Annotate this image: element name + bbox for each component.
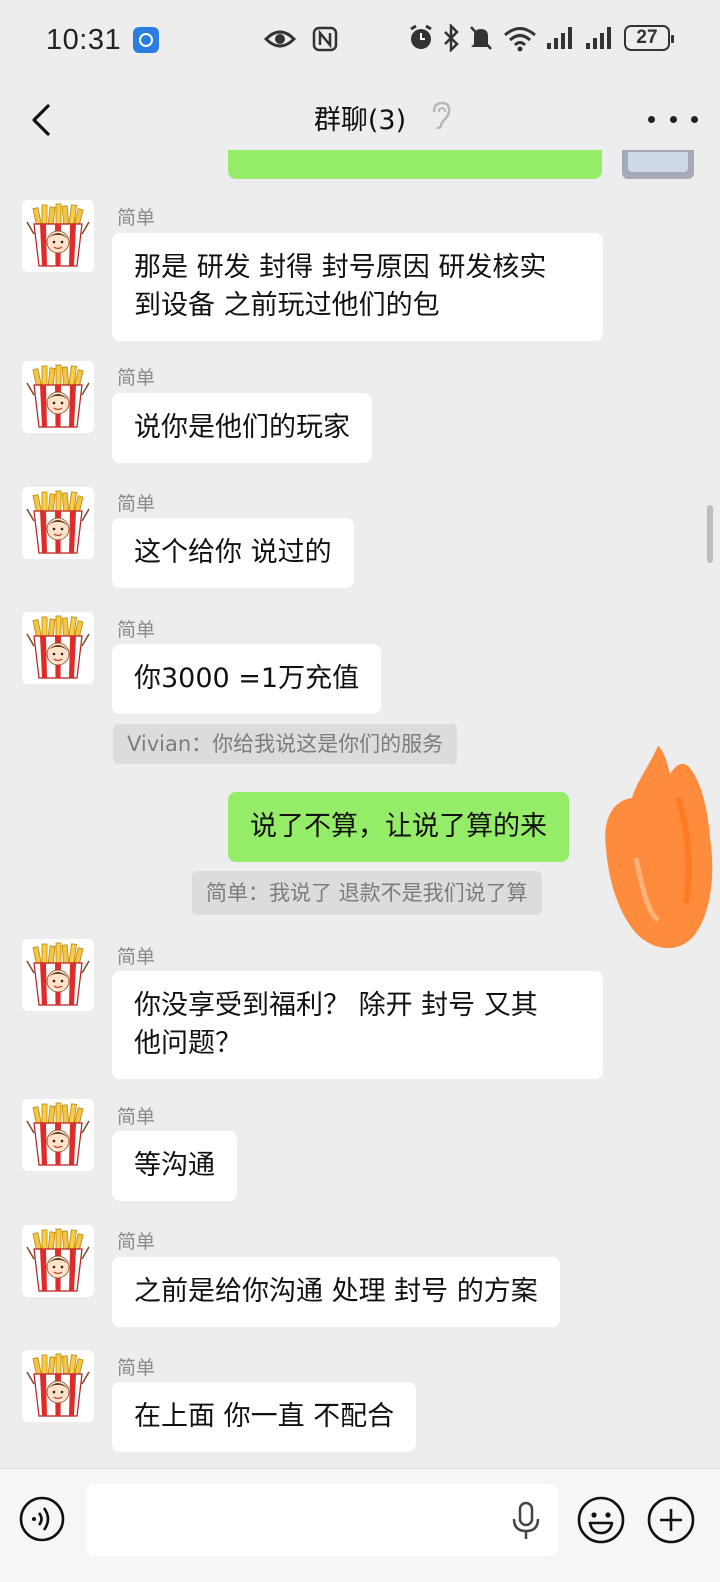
nfc-icon (312, 26, 338, 52)
sender-name: 简单 (117, 1357, 156, 1379)
message-text-line: 那是 研发 封得 封号原因 研发核实 (134, 252, 547, 283)
sender-name: 简单 (117, 619, 156, 641)
wifi-icon (504, 27, 536, 52)
sender-name: 简单 (117, 207, 156, 229)
message-bubble[interactable]: 说你是他们的玩家 (112, 393, 372, 463)
avatar[interactable] (22, 1350, 94, 1422)
sender-name: 简单 (117, 493, 156, 515)
message-bubble[interactable]: 之前是给你沟通 处理 封号 的方案 (112, 1257, 560, 1327)
message-text-line: 他问题？ (134, 1028, 242, 1059)
message-bubble[interactable]: 这个给你 说过的 (112, 518, 354, 588)
sender-name: 简单 (117, 1106, 156, 1128)
quoted-reply[interactable]: Vivian：你给我说这是你们的服务 (113, 724, 458, 764)
chat-title: 群聊(3) (313, 105, 407, 136)
status-icons-middle (264, 26, 338, 52)
alarm-icon (410, 24, 432, 49)
more-icon[interactable] (648, 104, 698, 134)
message-text-line: 你没享受到福利？ 除开 封号 又其 (134, 990, 538, 1021)
message-bubble[interactable]: 你3000 =1万充值 (112, 644, 382, 714)
sender-name: 简单 (117, 1231, 156, 1253)
avatar[interactable] (22, 361, 94, 433)
status-icons-right: 27 (408, 24, 674, 52)
message-bubble[interactable]: 在上面 你一直 不配合 (112, 1382, 417, 1452)
sender-name: 简单 (117, 367, 156, 389)
avatar[interactable] (22, 200, 94, 272)
ear-icon (432, 101, 451, 130)
avatar[interactable] (22, 939, 94, 1011)
plus-icon[interactable] (646, 1495, 696, 1545)
message-bubble[interactable]: 你没享受到福利？ 除开 封号 又其 他问题？ (112, 971, 603, 1079)
app-notification-icon (133, 27, 160, 53)
emoji-icon[interactable] (576, 1495, 626, 1545)
avatar[interactable] (22, 1225, 94, 1297)
signal-icon (586, 27, 611, 49)
microphone-icon[interactable] (510, 1501, 542, 1541)
self-avatar[interactable] (622, 150, 694, 179)
bluetooth-icon (444, 24, 459, 52)
signal-icon (547, 27, 572, 49)
avatar[interactable] (22, 1099, 94, 1171)
self-message-bubble[interactable]: 说了不算，让说了算的来 (228, 792, 569, 862)
message-bubble[interactable]: 等沟通 (112, 1131, 237, 1201)
self-message-bubble-partial (228, 150, 602, 179)
battery-icon: 27 (624, 25, 674, 51)
scribble-redaction (605, 746, 713, 949)
message-input[interactable] (86, 1484, 558, 1556)
input-bar (0, 1468, 720, 1582)
avatar[interactable] (22, 612, 94, 684)
message-text-line: 到设备 之前玩过他们的包 (134, 290, 440, 321)
avatar[interactable] (22, 487, 94, 559)
voice-icon[interactable] (18, 1495, 66, 1543)
message-bubble[interactable]: 那是 研发 封得 封号原因 研发核实 到设备 之前玩过他们的包 (112, 233, 603, 341)
mute-icon (470, 26, 492, 50)
scrollbar[interactable] (707, 505, 713, 563)
quoted-reply[interactable]: 简单：我说了 退款不是我们说了算 (192, 871, 542, 915)
status-time: 10:31 (46, 23, 122, 56)
sender-name: 简单 (117, 946, 156, 968)
chat-header: 群聊(3) (0, 80, 720, 160)
eye-icon (264, 30, 296, 48)
